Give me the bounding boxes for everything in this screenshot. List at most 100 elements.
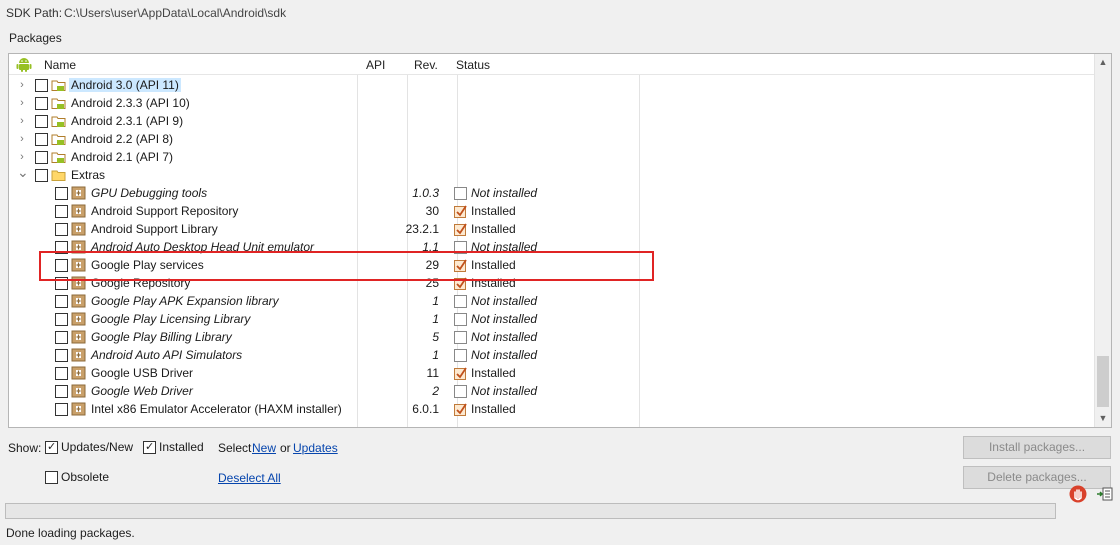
package-status: Not installed <box>471 384 538 398</box>
column-header-status[interactable]: Status <box>456 58 490 72</box>
table-row[interactable]: Android Support Library 23.2.1 Installed <box>9 220 1095 238</box>
row-checkbox[interactable] <box>35 79 48 92</box>
package-icon <box>71 348 86 362</box>
package-name: Google Play Billing Library <box>91 330 232 344</box>
select-updates-link[interactable]: Updates <box>293 441 338 455</box>
column-header-name[interactable]: Name <box>44 58 76 72</box>
show-label: Show: <box>8 441 42 455</box>
package-revision: 1 <box>432 348 439 362</box>
table-row[interactable]: › Android 2.2 (API 8) <box>9 130 1095 148</box>
android-folder-icon <box>51 116 66 127</box>
table-row[interactable]: Google Play Licensing Library 1 Not instal… <box>9 310 1095 328</box>
not-installed-icon <box>454 295 467 308</box>
package-name: Google Play Licensing Library <box>91 312 251 326</box>
table-row[interactable]: › Android 2.1 (API 7) <box>9 148 1095 166</box>
vertical-scrollbar[interactable]: ▲ ▼ <box>1094 54 1111 427</box>
table-row[interactable]: Google Web Driver 2 Not installed <box>9 382 1095 400</box>
packages-label: Packages <box>9 31 62 45</box>
package-revision: 23.2.1 <box>405 222 439 236</box>
row-checkbox[interactable] <box>55 403 68 416</box>
row-checkbox[interactable] <box>55 223 68 236</box>
scrollbar-thumb[interactable] <box>1097 356 1109 407</box>
row-checkbox[interactable] <box>55 187 68 200</box>
chevron-right-icon[interactable]: › <box>17 151 27 163</box>
installed-checkbox[interactable]: ✓ <box>143 441 156 454</box>
package-icon <box>71 186 86 200</box>
deselect-all-link[interactable]: Deselect All <box>218 471 281 485</box>
table-row[interactable]: Google Play Billing Library 5 Not installe… <box>9 328 1095 346</box>
row-checkbox[interactable] <box>55 385 68 398</box>
updates-new-checkbox[interactable]: ✓ <box>45 441 58 454</box>
row-checkbox[interactable] <box>55 313 68 326</box>
table-row[interactable]: Intel x86 Emulator Accelerator (HAXM ins… <box>9 400 1095 418</box>
chevron-right-icon[interactable]: › <box>17 115 27 127</box>
not-installed-icon <box>454 313 467 326</box>
row-checkbox[interactable] <box>35 97 48 110</box>
select-label: Select <box>218 441 252 455</box>
not-installed-icon <box>454 331 467 344</box>
package-name: Intel x86 Emulator Accelerator (HAXM ins… <box>91 402 342 416</box>
table-row[interactable]: GPU Debugging tools 1.0.3 Not installed <box>9 184 1095 202</box>
table-row[interactable]: Google Play APK Expansion library 1 Not in… <box>9 292 1095 310</box>
package-status: Not installed <box>471 348 538 362</box>
row-checkbox[interactable] <box>35 133 48 146</box>
package-icon <box>71 222 86 236</box>
row-checkbox[interactable] <box>35 169 48 182</box>
obsolete-label: Obsolete <box>61 470 110 484</box>
package-name: Android 2.2 (API 8) <box>71 132 174 146</box>
package-status: Installed <box>471 204 516 218</box>
table-row[interactable]: › Android 2.3.3 (API 10) <box>9 94 1095 112</box>
package-icon <box>71 366 86 380</box>
column-header-api[interactable]: API <box>366 58 385 72</box>
package-status: Not installed <box>471 312 538 326</box>
select-new-link[interactable]: New <box>252 441 276 455</box>
table-row[interactable]: Google USB Driver 11 Installed <box>9 364 1095 382</box>
package-status: Not installed <box>471 186 538 200</box>
installed-check-icon <box>454 367 467 380</box>
package-icon <box>71 402 86 416</box>
row-checkbox[interactable] <box>55 367 68 380</box>
not-installed-icon <box>454 349 467 362</box>
scroll-down-arrow-icon[interactable]: ▼ <box>1095 410 1111 427</box>
installed-check-icon <box>454 223 467 236</box>
package-name: Android Support Library <box>91 222 218 236</box>
scroll-up-arrow-icon[interactable]: ▲ <box>1095 54 1111 71</box>
chevron-right-icon[interactable]: › <box>17 79 27 91</box>
android-folder-icon <box>51 80 66 91</box>
package-status: Not installed <box>471 294 538 308</box>
package-revision: 30 <box>425 204 439 218</box>
package-status: Installed <box>471 402 516 416</box>
package-revision: 6.0.1 <box>412 402 439 416</box>
row-checkbox[interactable] <box>55 205 68 218</box>
table-row[interactable]: Android Support Repository 30 Installed <box>9 202 1095 220</box>
column-header-rev[interactable]: Rev. <box>414 58 438 72</box>
package-revision: 1 <box>432 312 439 326</box>
package-revision: 1.0.3 <box>412 186 439 200</box>
chevron-right-icon[interactable]: › <box>17 97 27 109</box>
package-status: Not installed <box>471 330 538 344</box>
package-name: Google Web Driver <box>91 384 193 398</box>
row-checkbox[interactable] <box>35 151 48 164</box>
table-row[interactable]: › Android 3.0 (API 11) <box>9 76 1095 94</box>
row-checkbox[interactable] <box>55 331 68 344</box>
table-row[interactable]: › Android 2.3.1 (API 9) <box>9 112 1095 130</box>
package-name: Google Play APK Expansion library <box>91 294 279 308</box>
updates-new-label: Updates/New <box>61 440 134 454</box>
row-checkbox[interactable] <box>55 349 68 362</box>
install-packages-button[interactable]: Install packages... <box>963 436 1111 459</box>
table-row[interactable]: Android Auto API Simulators 1 Not installe… <box>9 346 1095 364</box>
stop-hand-icon[interactable] <box>1069 485 1087 503</box>
delete-packages-button[interactable]: Delete packages... <box>963 466 1111 489</box>
android-folder-icon <box>51 152 66 163</box>
chevron-down-icon[interactable]: ⌄ <box>17 165 29 179</box>
table-row[interactable]: ⌄ Extras <box>9 165 1095 184</box>
package-name: Android 2.3.1 (API 9) <box>71 114 184 128</box>
obsolete-checkbox[interactable] <box>45 471 58 484</box>
console-log-icon[interactable] <box>1097 487 1113 501</box>
chevron-right-icon[interactable]: › <box>17 133 27 145</box>
folder-icon <box>51 170 66 181</box>
row-checkbox[interactable] <box>55 295 68 308</box>
package-revision: 5 <box>432 330 439 344</box>
packages-table[interactable]: Name API Rev. Status › Android 3.0 (API 1… <box>8 53 1112 428</box>
row-checkbox[interactable] <box>35 115 48 128</box>
